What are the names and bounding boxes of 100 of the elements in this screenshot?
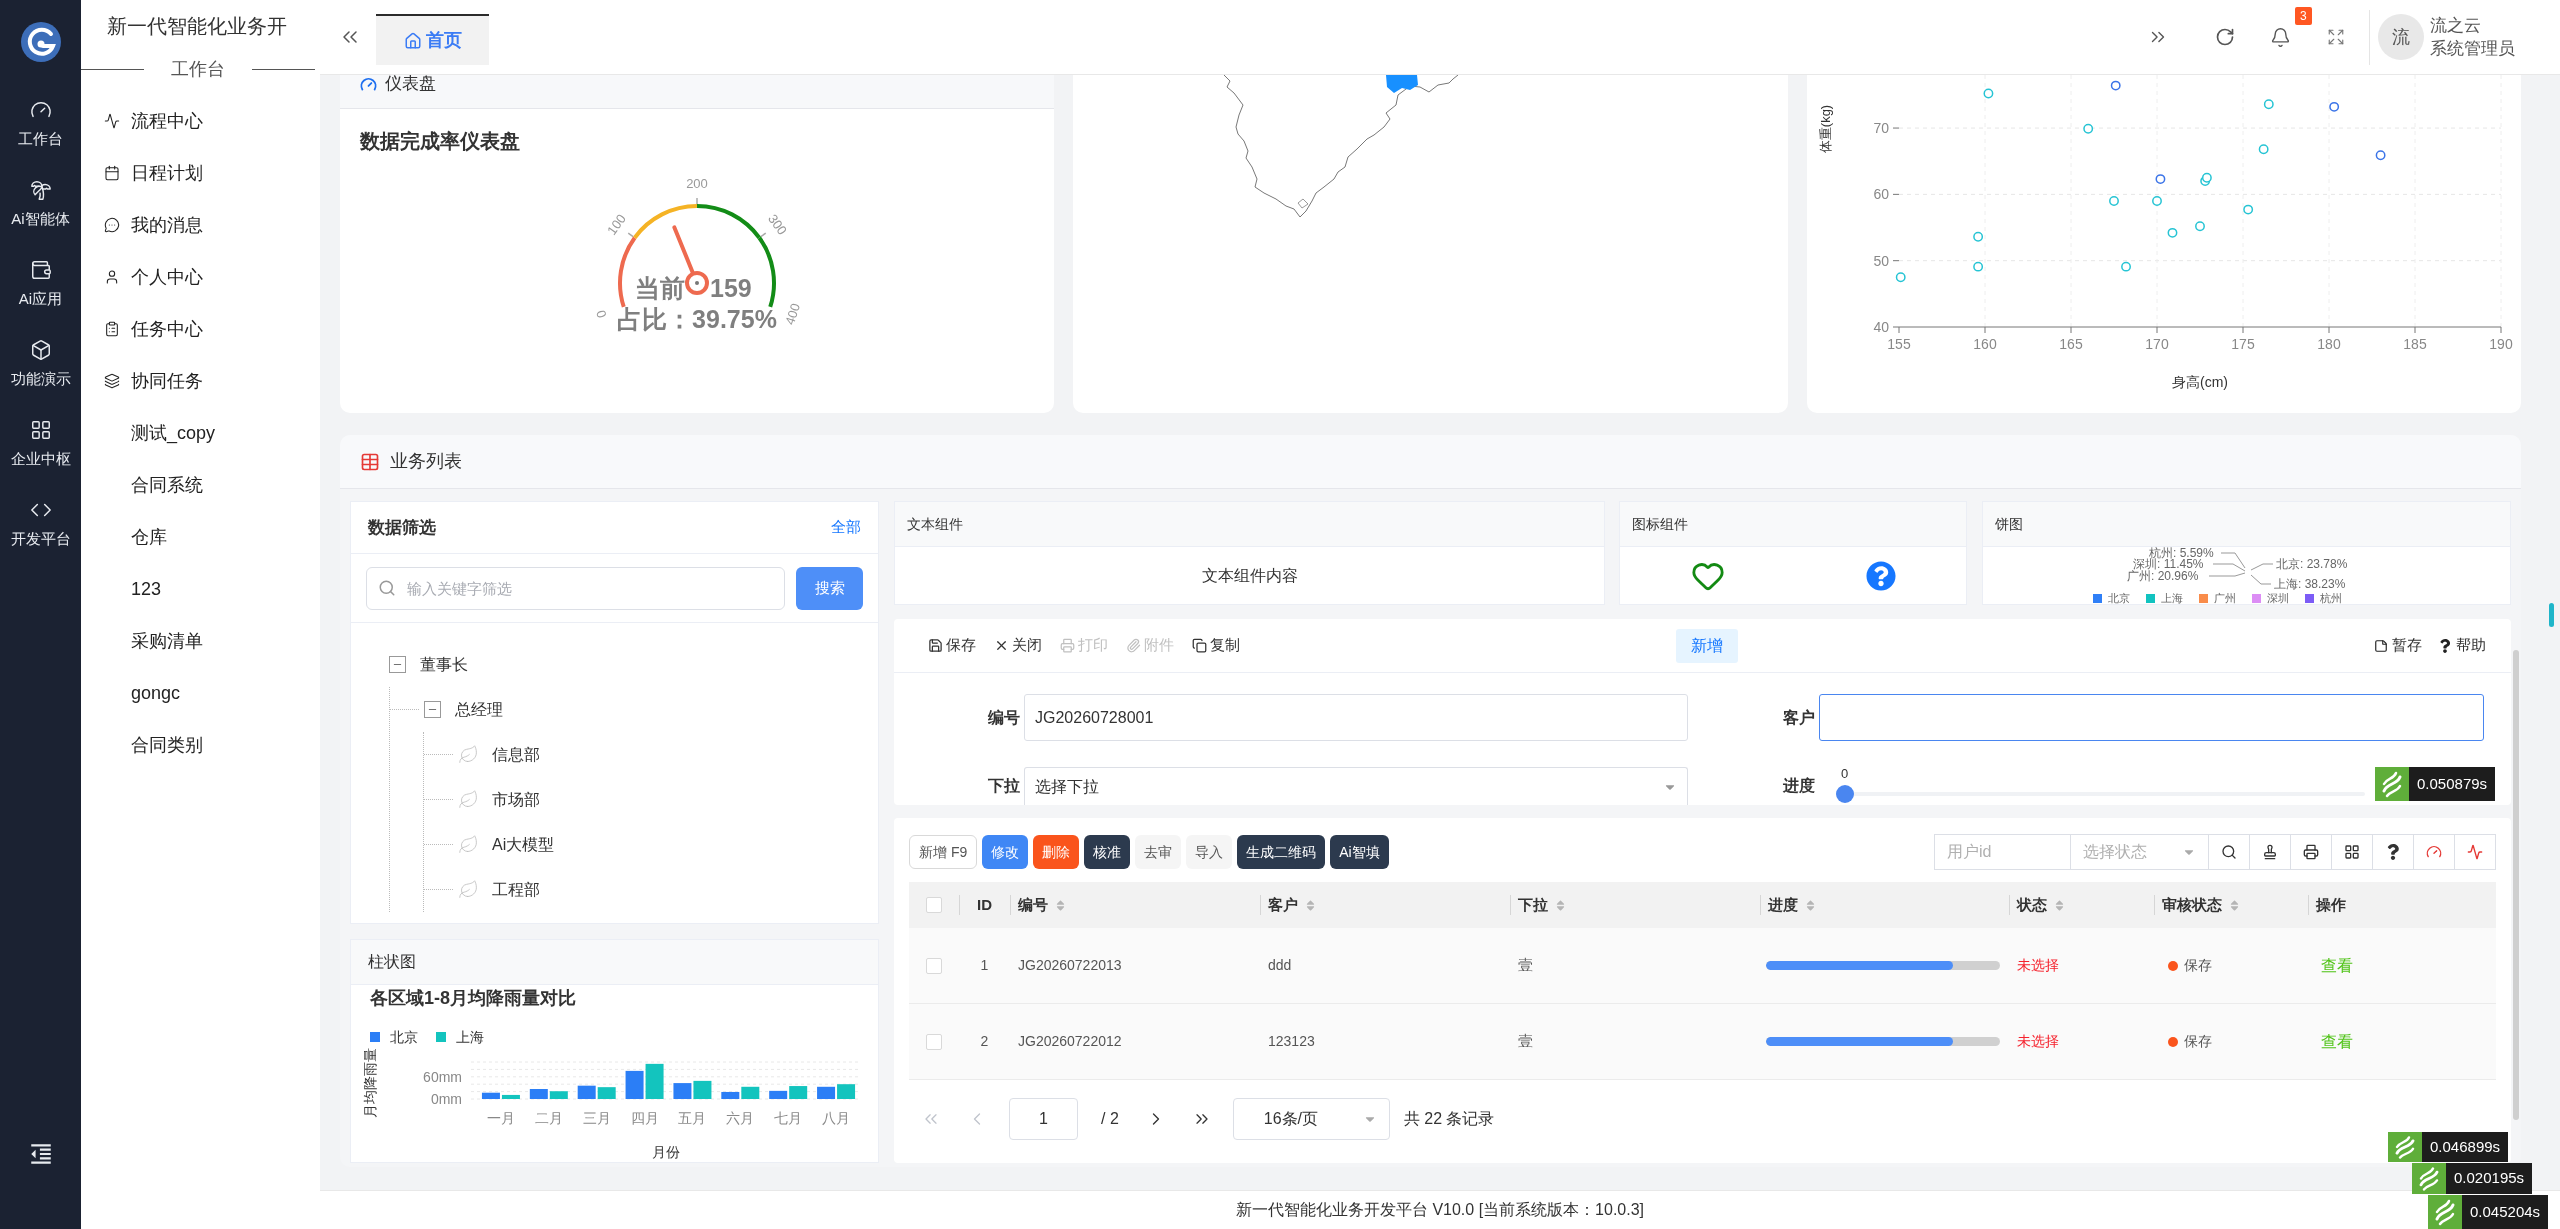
axis-tick-label: 190 — [2489, 336, 2513, 352]
menu-item[interactable]: 日程计划 — [104, 159, 203, 187]
draft-button[interactable]: 暂存 — [2374, 634, 2422, 657]
pulse-button[interactable] — [2455, 834, 2496, 870]
collapse-toggle[interactable] — [424, 701, 441, 718]
menu-item[interactable]: 协同任务 — [104, 367, 203, 395]
axis-tick-label: 175 — [2231, 336, 2255, 352]
table-cell-text: 壹 — [1517, 1031, 1534, 1052]
menu-item[interactable]: 我的消息 — [104, 211, 203, 239]
slider-track[interactable] — [1836, 785, 2365, 803]
rail-item[interactable]: Ai智能体 — [0, 164, 81, 244]
leaf-icon — [458, 834, 479, 855]
column-header[interactable]: 编号 — [1010, 882, 1260, 928]
help-button[interactable]: 帮助 — [2438, 634, 2486, 657]
menu-item[interactable]: gongc — [131, 679, 181, 707]
dropdown-select[interactable]: 选择下拉 — [1024, 767, 1688, 805]
leader-line — [2250, 563, 2274, 571]
card-title: 柱状图 — [368, 952, 416, 972]
column-header[interactable]: 状态 — [2009, 882, 2154, 928]
menu-item[interactable]: 采购清单 — [131, 627, 203, 655]
text-field[interactable]: JG20260728001 — [1024, 694, 1688, 741]
tree-node[interactable]: 信息部 — [492, 742, 540, 767]
tree-node[interactable]: Ai大模型 — [492, 832, 555, 857]
rail-item[interactable]: 企业中枢 — [0, 404, 81, 484]
help-button[interactable] — [2373, 834, 2414, 870]
gauge-tick-label: 0 — [593, 308, 610, 320]
home-icon — [403, 31, 422, 50]
timing-value: 0.046899s — [2429, 1136, 2502, 1157]
menu-item[interactable]: 任务中心 — [104, 315, 203, 343]
needle-hub — [685, 271, 710, 295]
close-button[interactable]: 关闭 — [994, 634, 1042, 657]
legend-label: 深圳 — [2267, 592, 2289, 604]
print-button[interactable] — [2291, 834, 2332, 870]
column-header[interactable]: 审核状态 — [2154, 882, 2308, 928]
pulse-icon — [2467, 844, 2483, 860]
user-role: 系统管理员 — [2430, 38, 2515, 60]
menu-item[interactable]: 合同类别 — [131, 731, 203, 759]
column-header[interactable]: 客户 — [1260, 882, 1510, 928]
sort-icon — [1304, 898, 1317, 912]
menu-item[interactable]: 仓库 — [131, 523, 167, 551]
checkbox[interactable] — [926, 1033, 942, 1050]
rail-item[interactable]: 开发平台 — [0, 484, 81, 564]
menu-item[interactable]: 流程中心 — [104, 107, 203, 135]
timing-value: 0.050879s — [2416, 773, 2489, 794]
calendar-icon — [104, 165, 120, 181]
column-header[interactable]: 下拉 — [1510, 882, 1760, 928]
tree-node[interactable]: 董事长 — [420, 652, 468, 677]
stamp-button[interactable] — [2250, 834, 2291, 870]
axis-tick-label: 七月 — [774, 1110, 803, 1126]
copy-icon — [1192, 638, 1207, 653]
axis-tick-label: 60 — [1873, 186, 1889, 203]
axis-title: 身高(cm) — [2171, 374, 2228, 390]
collapse-toggle[interactable] — [389, 656, 406, 673]
gauge-tick-label: 200 — [686, 176, 708, 191]
page-field[interactable]: 1 — [1009, 1098, 1078, 1140]
gauge-ratio: 占比：39.75% — [617, 305, 778, 333]
grid-button[interactable] — [2332, 834, 2373, 870]
menu-item[interactable]: 测试_copy — [131, 419, 216, 447]
checkbox[interactable] — [926, 957, 942, 974]
toolbar-button[interactable]: 生成二维码 — [1237, 835, 1326, 869]
refresh-icon[interactable] — [2215, 27, 2235, 47]
bell-icon[interactable] — [2270, 26, 2291, 48]
tree-node[interactable]: 市场部 — [492, 787, 540, 812]
search-field[interactable]: 输入关键字筛选 — [366, 567, 785, 610]
text-content: 文本组件内容 — [1201, 565, 1298, 586]
table-cell-text: JG20260722012 — [1017, 1032, 1123, 1051]
toolbar-button[interactable]: 修改 — [982, 835, 1029, 869]
user-id-field[interactable]: 用户id — [1934, 834, 2071, 870]
toolbar-button[interactable]: 导入 — [1186, 835, 1233, 869]
printer-icon — [1060, 638, 1075, 653]
search-icon — [2221, 844, 2237, 860]
rail-item[interactable]: 功能演示 — [0, 324, 81, 404]
page-size-select[interactable]: 16条/页 — [1232, 1098, 1390, 1140]
show-all-link[interactable]: 全部 — [831, 516, 861, 539]
search-button[interactable] — [2209, 834, 2250, 870]
axis-tick-label: 四月 — [630, 1110, 659, 1126]
toolbar-button[interactable]: Ai智填 — [1330, 835, 1389, 869]
menu-item[interactable]: 合同系统 — [131, 471, 203, 499]
fullscreen-icon[interactable] — [2327, 28, 2345, 46]
save-button[interactable]: 保存 — [928, 634, 976, 657]
toolbar-button[interactable]: 新增 F9 — [909, 835, 978, 869]
sort-icon — [2053, 898, 2066, 912]
legend-label: 广州 — [2214, 592, 2236, 604]
toolbar-button[interactable]: 核准 — [1084, 835, 1131, 869]
table-row[interactable]: 1 JG20260722013 ddd 壹 未选择 保存 查看 — [909, 928, 2496, 1004]
tree-node[interactable]: 总经理 — [455, 697, 503, 722]
rail-item[interactable]: 工作台 — [0, 84, 81, 164]
menu-item[interactable]: 个人中心 — [104, 263, 203, 291]
slider-thumb[interactable] — [1836, 785, 1854, 803]
rail-item[interactable]: Ai应用 — [0, 244, 81, 324]
table-row[interactable]: 2 JG20260722012 123123 壹 未选择 保存 查看 — [909, 1004, 2496, 1080]
column-header[interactable]: 进度 — [1760, 882, 2009, 928]
legend-label: 上海 — [2161, 592, 2183, 604]
toolbar-button[interactable]: 去审 — [1135, 835, 1182, 869]
checkbox[interactable] — [926, 897, 942, 913]
text-field[interactable] — [1819, 694, 2484, 741]
tree-node[interactable]: 工程部 — [492, 877, 540, 902]
copy-button[interactable]: 复制 — [1192, 634, 1240, 657]
gauge-tick-label: 300 — [765, 211, 791, 238]
menu-item[interactable]: 123 — [131, 575, 162, 603]
